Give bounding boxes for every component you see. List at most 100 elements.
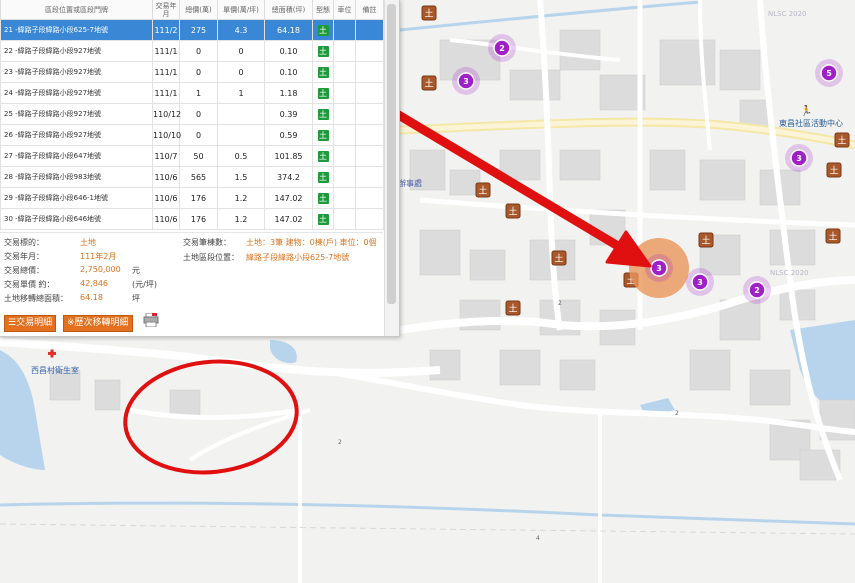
year-month-cell: 111/1 [152,82,180,104]
table-row[interactable]: 26 -緯路子段緯路小段927地號 110/10 0 0.59 土 [0,124,384,146]
road-mark: 2 [338,439,342,446]
total-price-cell: 0 [179,103,218,125]
parking-cell [333,166,356,188]
location-value: 緯路子段緯路小段625-7地號 [246,253,350,262]
cluster-marker[interactable]: 2 [488,34,516,62]
total-price-cell: 1 [179,82,218,104]
table-row[interactable]: 28 -緯路子段緯路小段983地號 110/6 565 1.5 374.2 土 [0,166,384,188]
road-mark: 2 [558,300,562,307]
area-cell: 147.02 [264,208,313,230]
land-marker-icon[interactable]: 土 [698,232,714,248]
cluster-marker[interactable]: 2 [743,276,771,304]
area-label: 土地移轉總面積： [4,294,68,303]
land-marker-icon[interactable]: 土 [505,300,521,316]
parking-cell [333,103,356,125]
col-area[interactable]: 總面積(坪) [264,0,313,20]
land-marker-icon[interactable]: 土 [505,203,521,219]
unit-price-cell: 0 [217,40,265,62]
land-marker-icon[interactable]: 土 [826,162,842,178]
area-cell: 374.2 [264,166,313,188]
type-cell: 土 [312,82,334,104]
remarks-cell [355,103,384,125]
table-row[interactable]: 25 -緯路子段緯路小段927地號 110/12 0 0.39 土 [0,103,384,125]
svg-text:土: 土 [508,206,517,218]
total-value: 2,750,000 [80,265,121,274]
svg-text:土: 土 [508,303,517,315]
total-price-cell: 275 [179,19,218,41]
address-cell: 24 -緯路子段緯路小段927地號 [0,82,153,104]
area-cell: 0.59 [264,124,313,146]
type-cell: 土 [312,40,334,62]
year-month-cell: 110/10 [152,124,181,146]
type-cell: 土 [312,19,334,41]
land-marker-icon[interactable]: 土 [825,228,841,244]
selected-cluster-marker[interactable]: 3 [645,254,673,282]
address-cell: 30 -緯路子段緯路小段646地號 [0,208,153,230]
table-row[interactable]: 30 -緯路子段緯路小段646地號 110/6 176 1.2 147.02 土 [0,208,384,230]
address-cell: 22 -緯路子段緯路小段927地號 [0,40,153,62]
land-type-icon: 土 [317,24,329,36]
svg-text:土: 土 [424,78,433,90]
table-row[interactable]: 29 -緯路子段緯路小段646-1地號 110/6 176 1.2 147.02 土 [0,187,384,209]
land-type-icon: 土 [317,66,329,78]
cluster-marker[interactable]: 3 [686,268,714,296]
scrollbar-thumb[interactable] [387,4,396,304]
cluster-marker[interactable]: 5 [815,59,843,87]
col-year-month[interactable]: 交易年月 [152,0,180,20]
land-type-icon: 土 [317,150,329,162]
year-month-cell: 111/2 [152,19,180,41]
table-row[interactable]: 24 -緯路子段緯路小段927地號 111/1 1 1 1.18 土 [0,82,384,104]
land-marker-icon[interactable]: 土 [475,182,491,198]
table-row[interactable]: 27 -緯路子段緯路小段647地號 110/7 50 0.5 101.85 土 [0,145,384,167]
land-marker-icon[interactable]: 土 [421,75,437,91]
printer-icon[interactable] [143,313,159,327]
col-total[interactable]: 總價(萬) [179,0,218,20]
col-parking[interactable]: 車位 [333,0,356,20]
remarks-cell [355,19,384,41]
year-month-cell: 110/12 [152,103,181,125]
remarks-cell [355,208,384,230]
remarks-cell [355,124,384,146]
address-cell: 23 -緯路子段緯路小段927地號 [0,61,153,83]
unit-price-cell [217,124,265,146]
table-row[interactable]: 23 -緯路子段緯路小段927地號 111/1 0 0 0.10 土 [0,61,384,83]
total-price-cell: 176 [179,187,218,209]
col-type[interactable]: 型態 [312,0,334,20]
svg-text:土: 土 [829,165,838,177]
table-row[interactable]: 21 -緯路子段緯路小段625-7地號 111/2 275 4.3 64.18 土 [0,19,384,41]
unit-label: 交易單價 約： [4,280,55,289]
parking-cell [333,82,356,104]
address-cell: 29 -緯路子段緯路小段646-1地號 [0,187,153,209]
area-cell: 147.02 [264,187,313,209]
svg-text:土: 土 [828,231,837,243]
transaction-detail-button[interactable]: ☰交易明細 [4,315,57,332]
transaction-table: 區段位置或區段門牌 交易年月 總價(萬) 單價(萬/坪) 總面積(坪) 型態 車… [0,0,384,230]
year-month-cell: 111/1 [152,61,180,83]
area-cell: 64.18 [264,19,313,41]
col-remarks[interactable]: 備註 [355,0,384,20]
cluster-marker[interactable]: 3 [452,67,480,95]
land-type-icon: 土 [317,129,329,141]
area-value: 64.18 [80,293,103,302]
svg-text:土: 土 [837,135,846,147]
table-row[interactable]: 22 -緯路子段緯路小段927地號 111/1 0 0 0.10 土 [0,40,384,62]
transaction-panel: 區段位置或區段門牌 交易年月 總價(萬) 單價(萬/坪) 總面積(坪) 型態 車… [0,0,400,337]
scrollbar[interactable] [384,0,399,336]
type-cell: 土 [312,61,334,83]
land-marker-icon[interactable]: 土 [421,5,437,21]
type-cell: 土 [312,208,334,230]
col-unit-price[interactable]: 單價(萬/坪) [217,0,265,20]
cluster-marker[interactable]: 3 [785,144,813,172]
address-cell: 21 -緯路子段緯路小段625-7地號 [0,19,153,41]
transfer-history-button[interactable]: ※歷次移轉明細 [63,315,133,332]
unit-price-cell: 0 [217,61,265,83]
unit-price-cell: 4.3 [217,19,265,41]
col-address[interactable]: 區段位置或區段門牌 [0,0,153,20]
total-label: 交易總價： [4,266,44,275]
total-price-cell: 0 [179,40,218,62]
unit-price-cell: 1.5 [217,166,265,188]
type-cell: 土 [312,124,334,146]
land-marker-icon[interactable]: 土 [551,250,567,266]
svg-text:3: 3 [463,77,469,86]
land-marker-icon[interactable]: 土 [834,132,850,148]
